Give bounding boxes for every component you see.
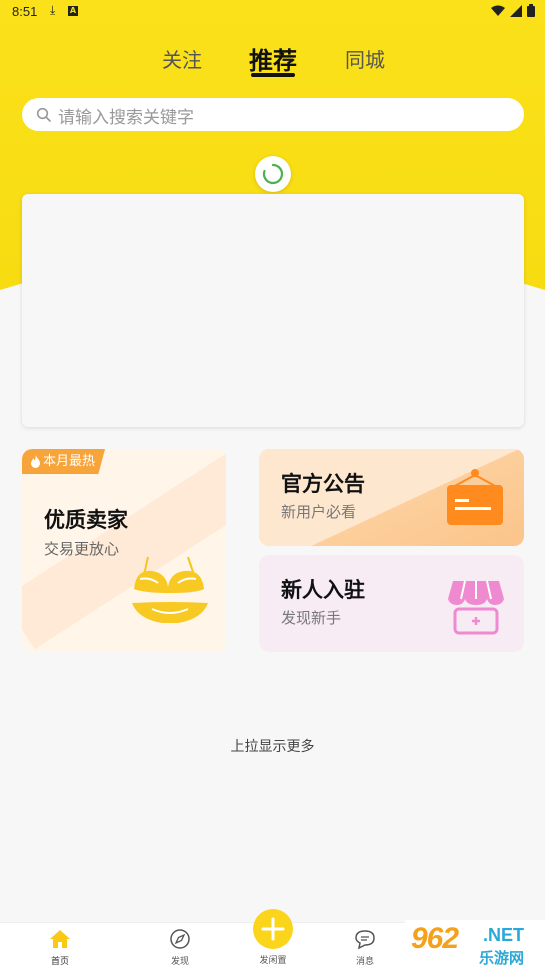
nav-discover[interactable]: 发现	[150, 929, 210, 967]
tab-recommend[interactable]: 推荐	[249, 41, 297, 76]
seller-card-title: 优质卖家	[44, 508, 128, 532]
nav-discover-label: 发现	[170, 957, 189, 967]
site-watermark: 962 .NET 乐游网	[405, 920, 545, 970]
signboard-icon	[447, 469, 503, 525]
notice-card-subtitle: 新用户必看	[281, 503, 357, 521]
lingerie-icon	[132, 556, 208, 623]
app-notification-icon: A	[68, 6, 78, 16]
tab-follow[interactable]: 关注	[162, 44, 202, 73]
nav-post-label: 发闲置	[259, 956, 287, 966]
wifi-icon	[491, 5, 505, 16]
notice-card-title: 官方公告	[281, 472, 365, 496]
seller-card-subtitle: 交易更放心	[44, 540, 120, 558]
battery-icon	[527, 4, 535, 17]
nav-home[interactable]: 首页	[30, 929, 90, 967]
hot-badge-label: 本月最热	[43, 454, 96, 469]
shop-icon	[448, 580, 504, 635]
quality-seller-card[interactable]: 本月最热 优质卖家 交易更放心	[22, 449, 226, 652]
status-indicators	[491, 4, 535, 17]
search-icon	[36, 107, 51, 122]
tab-local[interactable]: 同城	[345, 44, 385, 73]
chat-bubble-icon	[355, 930, 375, 950]
nav-messages-label: 消息	[355, 957, 374, 967]
home-icon	[50, 930, 70, 948]
official-notice-card[interactable]: 官方公告 新用户必看	[259, 449, 524, 546]
hot-badge: 本月最热	[22, 449, 106, 474]
watermark-net: .NET	[483, 925, 525, 945]
watermark-number: 962	[411, 922, 459, 955]
nav-home-label: 首页	[50, 957, 69, 967]
banner-carousel[interactable]	[22, 194, 524, 427]
status-bar: 8:51 ⤓ A	[0, 0, 545, 26]
newcomer-card[interactable]: 新人入驻 发现新手	[259, 555, 524, 652]
watermark-cn: 乐游网	[479, 949, 525, 967]
status-time: 8:51	[12, 4, 38, 19]
loading-icon	[262, 163, 284, 185]
search-placeholder: 请输入搜索关键字	[58, 108, 194, 128]
signal-icon	[510, 4, 522, 17]
flame-icon	[31, 455, 40, 468]
load-more-hint: 上拉显示更多	[230, 739, 315, 755]
newbie-card-subtitle: 发现新手	[281, 609, 342, 627]
plus-icon	[261, 917, 285, 941]
download-icon: ⤓	[50, 3, 56, 17]
newbie-card-title: 新人入驻	[281, 578, 365, 602]
loading-spinner	[255, 156, 291, 192]
nav-messages[interactable]: 消息	[335, 929, 395, 967]
active-tab-indicator	[251, 73, 295, 77]
search-bar[interactable]: 请输入搜索关键字	[22, 98, 524, 131]
feed-tabs: 关注 推荐 同城	[0, 44, 545, 84]
post-item-button[interactable]	[253, 909, 293, 949]
compass-icon	[170, 929, 190, 949]
